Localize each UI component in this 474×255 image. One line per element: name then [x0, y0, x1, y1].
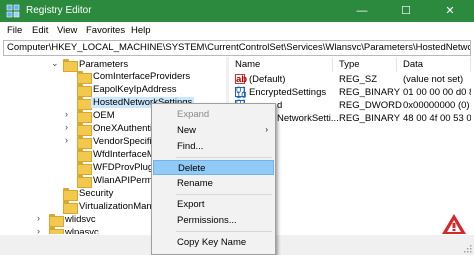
menu-favorites[interactable]: Favorites [86, 25, 125, 36]
value-name: (Default) [249, 74, 286, 85]
address-path: Computer\HKEY_LOCAL_MACHINE\SYSTEM\Curre… [7, 42, 471, 53]
folder-icon [77, 84, 92, 97]
string-value-icon: ab [235, 74, 248, 85]
value-name: d [277, 100, 283, 111]
menu-bar: File Edit View Favorites Help [0, 22, 474, 39]
address-bar[interactable]: Computer\HKEY_LOCAL_MACHINE\SYSTEM\Curre… [3, 40, 471, 56]
expand-chevron-icon[interactable]: › [37, 226, 40, 234]
menu-item-label: Rename [177, 178, 213, 189]
close-button[interactable]: ✕ [428, 0, 472, 22]
window-title: Registry Editor [26, 5, 92, 16]
folder-icon [77, 97, 92, 110]
folder-icon [77, 162, 92, 175]
value-type: REG_BINARY [339, 113, 401, 124]
menu-item-export[interactable]: Export [153, 197, 274, 212]
tree-item-label: Parameters [79, 59, 129, 70]
value-type: REG_DWORD [339, 100, 402, 111]
tree-item-label: OneXAuthentic [93, 123, 157, 134]
value-row[interactable]: 01 10 EncryptedSettings REG_BINARY 01 00 … [229, 85, 471, 101]
folder-icon [77, 123, 92, 136]
collapse-chevron-icon[interactable]: ⌄ [51, 58, 59, 69]
menu-item-label: Copy Key Name [177, 237, 247, 248]
minimize-button[interactable]: — [340, 0, 384, 22]
menu-item-new[interactable]: New › [153, 123, 274, 138]
folder-open-icon [63, 59, 78, 72]
folder-icon [49, 227, 64, 234]
submenu-arrow-icon: › [265, 125, 268, 134]
folder-icon [77, 71, 92, 84]
menu-separator [176, 194, 272, 195]
value-data: (value not set) [403, 74, 464, 85]
value-row[interactable]: ab (Default) REG_SZ (value not set) [229, 73, 471, 86]
registry-editor-icon [6, 4, 20, 18]
tree-item-label: VirtualizationMana [79, 201, 157, 212]
menu-edit[interactable]: Edit [32, 25, 48, 36]
expand-chevron-icon[interactable]: › [65, 122, 68, 132]
expand-chevron-icon[interactable]: › [65, 135, 68, 145]
menu-item-permissions[interactable]: Permissions... [153, 213, 274, 228]
menu-item-expand: Expand [153, 107, 274, 122]
resize-grip-icon[interactable] [462, 243, 472, 253]
folder-icon [77, 149, 92, 162]
tree-item-label: OEM [93, 110, 115, 121]
folder-icon [49, 214, 64, 227]
expand-chevron-icon[interactable]: › [65, 109, 68, 119]
menu-item-copy-key-name[interactable]: Copy Key Name [153, 235, 274, 250]
menu-item-find[interactable]: Find... [153, 139, 274, 154]
tree-item-label: wlidsvc [65, 214, 96, 225]
tree-item-label: WlanAPIPermis [93, 175, 160, 186]
column-header-type[interactable]: Type [333, 57, 397, 72]
column-header-name[interactable]: Name [229, 57, 333, 72]
value-data: 48 00 4f 00 53 00 [403, 113, 471, 124]
value-type: REG_SZ [339, 74, 378, 85]
maximize-button[interactable]: ☐ [384, 0, 428, 22]
tree-item-label: wlpasvc [65, 227, 99, 234]
value-data: 0x00000000 (0) [403, 100, 470, 111]
value-name: EncryptedSettings [249, 87, 327, 98]
menu-view[interactable]: View [57, 25, 77, 36]
value-type: REG_BINARY [339, 87, 401, 98]
title-bar: Registry Editor — ☐ ✕ [0, 0, 474, 22]
value-name: NetworkSetti... [277, 113, 339, 124]
menu-separator [176, 231, 272, 232]
menu-file[interactable]: File [7, 25, 22, 36]
tree-item-label: VendorSpecific [93, 136, 157, 147]
tree-item-label: Security [79, 188, 114, 199]
menu-item-label: Delete [178, 163, 206, 174]
tree-item-label: ComInterfaceProviders [93, 71, 191, 82]
menu-item-label: Permissions... [177, 215, 237, 226]
menu-item-label: Expand [177, 109, 210, 120]
menu-help[interactable]: Help [131, 25, 151, 36]
folder-icon [77, 136, 92, 149]
menu-separator [176, 157, 272, 158]
menu-item-label: Export [177, 199, 205, 210]
folder-icon [63, 188, 78, 201]
expand-chevron-icon[interactable]: › [37, 213, 40, 223]
menu-item-rename[interactable]: Rename [153, 176, 274, 191]
folder-icon [77, 110, 92, 123]
value-data: 01 00 00 00 d0 8c [403, 87, 471, 98]
menu-item-label: Find... [177, 141, 204, 152]
watermark-logo-icon [442, 214, 466, 234]
tree-item-label: EapolKeyIpAddress [93, 84, 177, 95]
menu-item-label: New [177, 125, 197, 136]
folder-icon [77, 175, 92, 188]
folder-icon [63, 201, 78, 214]
context-menu: Expand New › Find... Delete Rename Expor… [151, 103, 276, 255]
column-header-data[interactable]: Data [397, 57, 471, 72]
menu-item-delete[interactable]: Delete [153, 160, 274, 175]
tree-item-label: WfdInterfaceM [93, 149, 155, 160]
binary-value-icon: 0110 [235, 85, 247, 101]
